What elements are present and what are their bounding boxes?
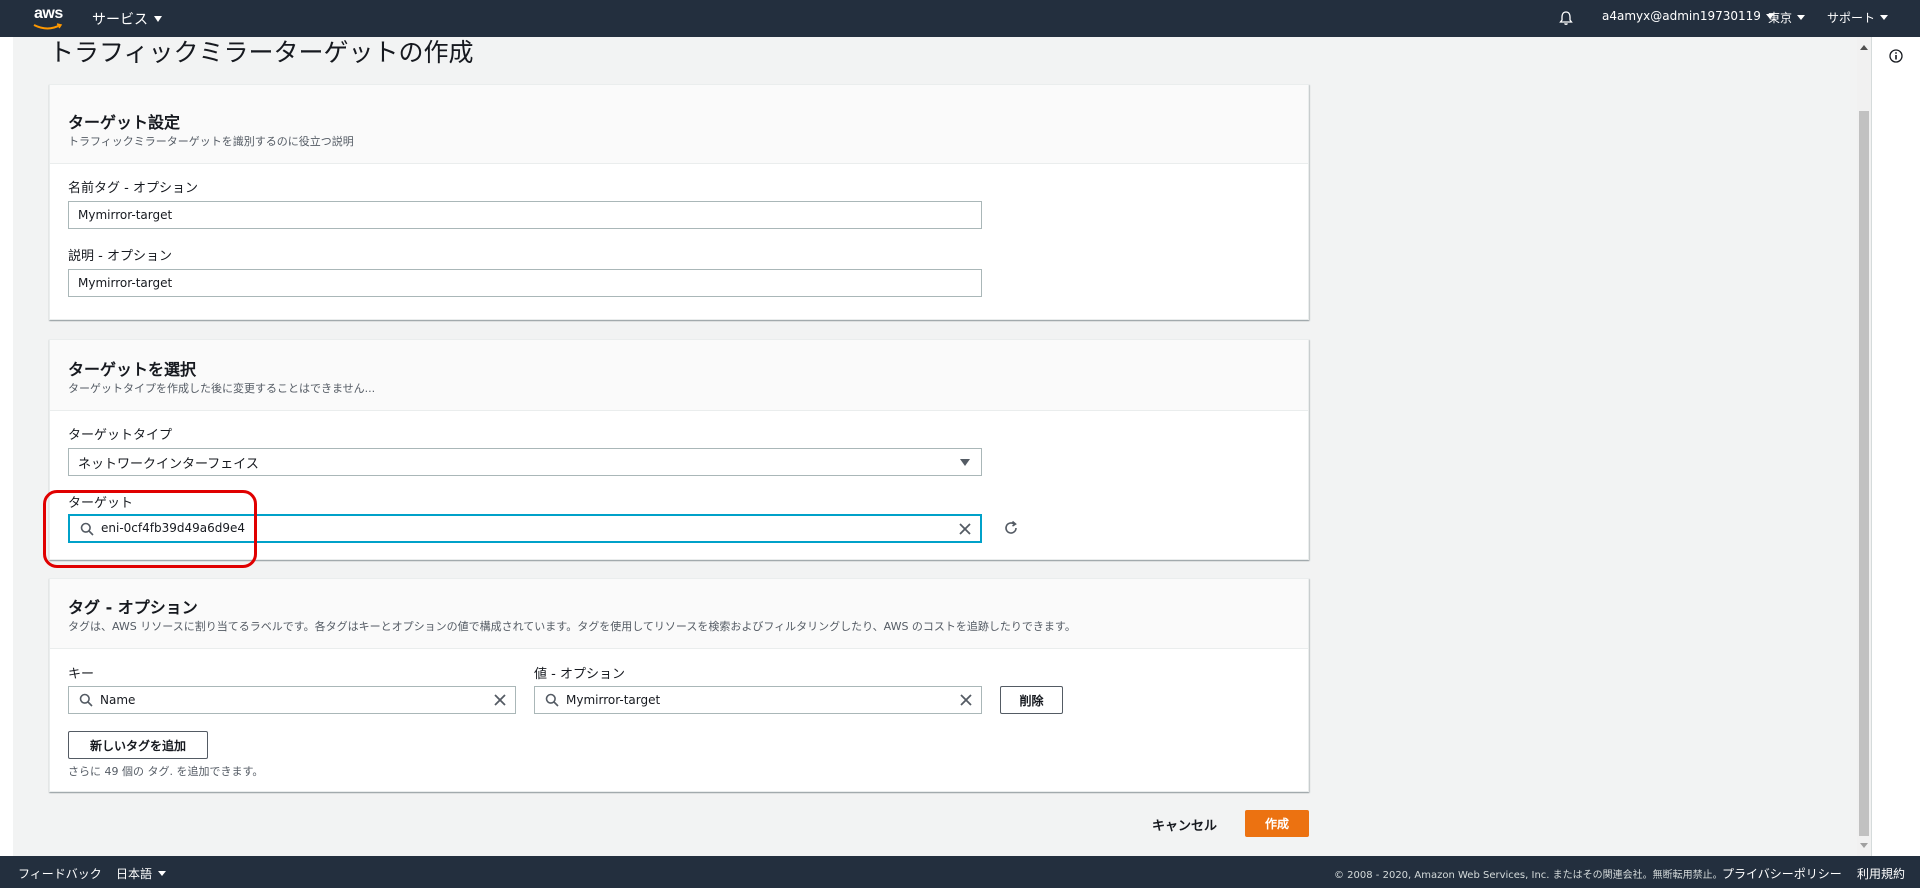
scroll-down-arrow-icon[interactable] xyxy=(1860,843,1868,848)
services-label: サービス xyxy=(92,12,148,28)
feedback-link[interactable]: フィードバック xyxy=(18,865,102,882)
chevron-down-icon xyxy=(1880,15,1889,20)
account-label: a4amyx@admin19730119 xyxy=(1602,9,1761,23)
refresh-icon[interactable] xyxy=(1003,520,1019,536)
terms-link[interactable]: 利用規約 xyxy=(1857,865,1905,882)
support-menu[interactable]: サポート xyxy=(1827,9,1889,26)
target-settings-title: ターゲット設定 xyxy=(68,113,181,132)
tag-key-input[interactable]: Name xyxy=(68,686,516,714)
region-menu[interactable]: 東京 xyxy=(1768,9,1806,26)
help-panel xyxy=(1871,37,1920,856)
description-label: 説明 - オプション xyxy=(68,249,172,264)
target-settings-header: ターゲット設定 トラフィックミラーターゲットを識別するのに役立つ説明 xyxy=(50,85,1308,164)
caret-down-icon xyxy=(960,459,970,466)
aws-logo[interactable]: aws xyxy=(30,3,70,33)
target-type-value: ネットワークインターフェイス xyxy=(78,456,259,472)
tags-header: タグ - オプション タグは、AWS リソースに割り当てるラベルです。各タグはキ… xyxy=(50,579,1308,649)
target-type-label: ターゲットタイプ xyxy=(68,428,173,443)
name-tag-value: Mymirror-target xyxy=(78,208,173,222)
tag-key-value: Name xyxy=(100,693,136,707)
aws-smile-icon xyxy=(33,23,63,30)
terms-label: 利用規約 xyxy=(1857,867,1906,881)
cancel-button[interactable]: キャンセル xyxy=(1152,815,1217,834)
privacy-policy-label: プライバシーポリシー xyxy=(1722,867,1842,881)
description-value: Mymirror-target xyxy=(78,276,173,290)
create-button[interactable]: 作成 xyxy=(1245,810,1309,837)
tags-remaining-hint: さらに 49 個の タグ. を追加できます。 xyxy=(68,765,264,778)
add-tag-button[interactable]: 新しいタグを追加 xyxy=(68,731,208,759)
target-settings-panel: ターゲット設定 トラフィックミラーターゲットを識別するのに役立つ説明 名前タグ … xyxy=(49,84,1309,320)
clear-icon[interactable] xyxy=(959,693,973,707)
scroll-thumb[interactable] xyxy=(1859,111,1869,836)
top-navigation: aws サービス a4amyx@admin19730119 東京 サポート xyxy=(0,0,1920,37)
language-label: 日本語 xyxy=(116,867,153,881)
chevron-down-icon xyxy=(1797,15,1806,20)
tag-value-value: Mymirror-target xyxy=(566,693,661,707)
footer: フィードバック 日本語 © 2008 - 2020, Amazon Web Se… xyxy=(0,856,1920,888)
bell-icon[interactable] xyxy=(1558,10,1574,26)
clear-icon[interactable] xyxy=(958,522,972,536)
search-icon xyxy=(79,693,93,707)
tags-panel: タグ - オプション タグは、AWS リソースに割り当てるラベルです。各タグはキ… xyxy=(49,578,1309,792)
info-icon[interactable] xyxy=(1889,49,1903,63)
name-tag-input[interactable]: Mymirror-target xyxy=(68,201,982,229)
search-icon xyxy=(545,693,559,707)
delete-tag-button[interactable]: 削除 xyxy=(1000,686,1063,714)
privacy-policy-link[interactable]: プライバシーポリシー xyxy=(1722,865,1842,882)
page-title: トラフィックミラーターゲットの作成 xyxy=(49,38,474,67)
clear-icon[interactable] xyxy=(493,693,507,707)
language-menu[interactable]: 日本語 xyxy=(116,865,167,882)
select-target-header: ターゲットを選択 ターゲットタイプを作成した後に変更することはできません... xyxy=(50,340,1308,411)
chevron-down-icon xyxy=(154,16,162,22)
tag-value-label: 値 - オプション xyxy=(534,667,625,682)
scroll-up-arrow-icon[interactable] xyxy=(1860,45,1868,50)
tags-title: タグ - オプション xyxy=(68,598,198,617)
select-target-title: ターゲットを選択 xyxy=(68,360,197,379)
annotation-highlight xyxy=(43,490,257,568)
aws-logo-text: aws xyxy=(34,5,63,22)
chevron-down-icon xyxy=(158,871,167,876)
tags-description: タグは、AWS リソースに割り当てるラベルです。各タグはキーとオプションの値で構… xyxy=(68,620,1076,633)
select-target-description: ターゲットタイプを作成した後に変更することはできません... xyxy=(68,382,376,395)
region-label: 東京 xyxy=(1768,11,1793,25)
account-menu[interactable]: a4amyx@admin19730119 xyxy=(1602,9,1774,23)
copyright-text: © 2008 - 2020, Amazon Web Services, Inc.… xyxy=(1334,870,1723,881)
tag-value-input[interactable]: Mymirror-target xyxy=(534,686,982,714)
support-label: サポート xyxy=(1827,11,1876,25)
feedback-label: フィードバック xyxy=(18,867,102,881)
target-type-select[interactable]: ネットワークインターフェイス xyxy=(68,448,982,476)
name-tag-label: 名前タグ - オプション xyxy=(68,181,198,196)
description-input[interactable]: Mymirror-target xyxy=(68,269,982,297)
services-menu[interactable]: サービス xyxy=(92,9,162,29)
left-margin xyxy=(0,37,13,856)
scrollbar[interactable] xyxy=(1857,37,1871,856)
target-settings-description: トラフィックミラーターゲットを識別するのに役立つ説明 xyxy=(68,135,354,148)
tag-key-label: キー xyxy=(68,667,95,682)
